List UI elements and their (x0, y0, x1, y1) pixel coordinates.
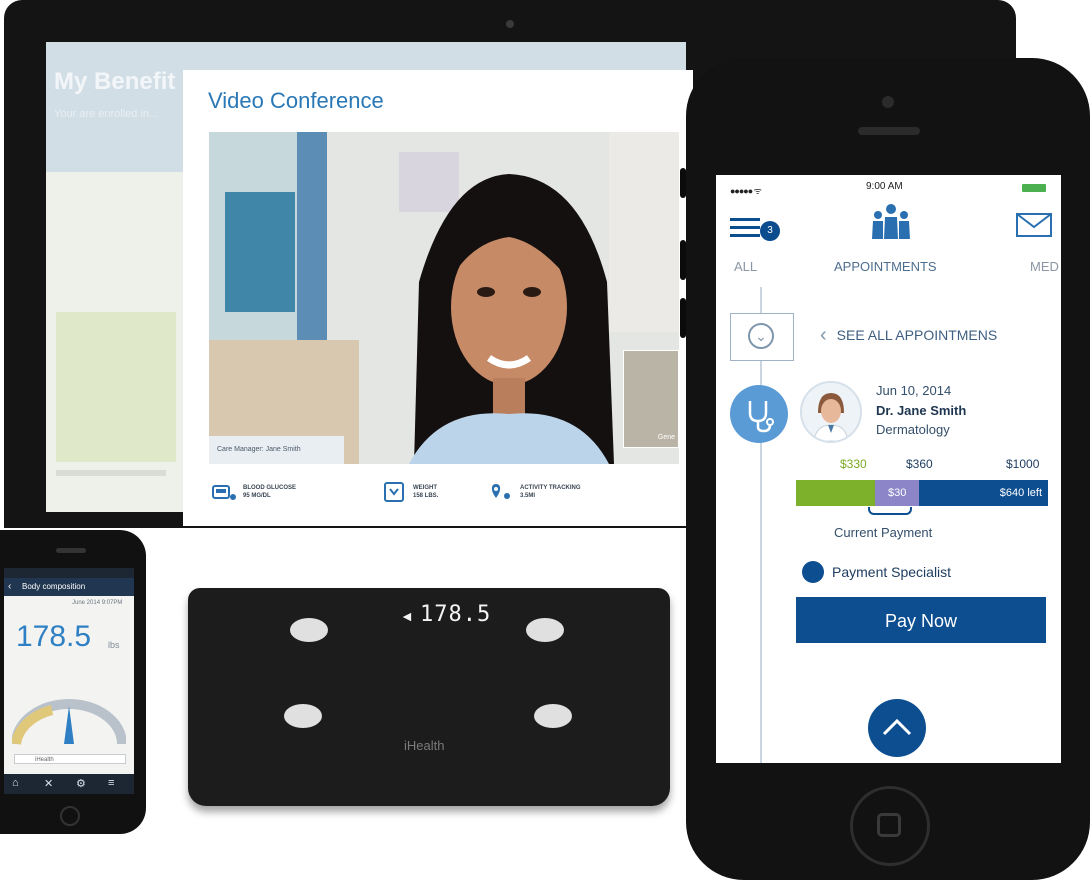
payment-specialist-label: Payment Specialist (832, 564, 952, 580)
amount-paid-label: $330 (840, 457, 867, 471)
signal-indicator: ●●●●● ᯤ (730, 186, 762, 196)
people-group-icon[interactable] (868, 203, 914, 241)
paid-portion (796, 480, 880, 506)
status-time: 9:00 AM (866, 181, 903, 192)
volume-up-button (680, 240, 686, 280)
notification-badge: 3 (760, 221, 780, 241)
stat-value: 95 MG/DL (243, 493, 271, 499)
front-camera (882, 96, 894, 108)
background-footer-line (56, 470, 166, 476)
electrode-pad (290, 618, 328, 642)
payment-progress-bar: $30 $640 left (796, 480, 1048, 506)
stethoscope-icon (730, 385, 788, 443)
current-payment-brace (868, 507, 912, 515)
mail-icon[interactable] (1016, 213, 1052, 237)
small-weight-unit: lbs (108, 640, 120, 650)
video-conference-title: Video Conference (208, 88, 384, 113)
stat-value: 3.5MI (520, 493, 536, 499)
phone-icon (802, 561, 824, 583)
doctor-specialty: Dermatology (876, 422, 950, 437)
stat-blood-glucose: BLOOD GLUCOSE 95 MG/DL (211, 482, 323, 502)
stat-label: BLOOD GLUCOSE (243, 485, 297, 491)
payment-specialist-link[interactable]: Payment Specialist (802, 561, 951, 583)
video-feed-image (209, 132, 679, 464)
small-weight-value: 178.5 (16, 620, 92, 653)
list-icon[interactable]: ≡ (108, 777, 114, 789)
scale-arrow-icon: ◄ (400, 608, 414, 624)
scale-display: 178.5 (420, 602, 492, 627)
background-side-panel (56, 312, 176, 462)
stat-weight: WEIGHT 158 LBS. (381, 482, 493, 502)
doctor-photo (802, 383, 860, 441)
electrode-pad (534, 704, 572, 728)
volume-down-button (680, 298, 686, 338)
tab-appointments[interactable]: APPOINTMENTS (834, 259, 937, 274)
battery-icon (1022, 184, 1046, 192)
small-status-bar (4, 568, 134, 578)
self-view-label: Gene (657, 434, 675, 441)
video-caption: Care Manager: Jane Smith (209, 436, 344, 464)
chevron-up-icon (882, 718, 912, 736)
smart-scale: ◄ 178.5 iHealth (188, 588, 670, 806)
video-feed[interactable]: Gene Care Manager: Jane Smith (209, 132, 679, 464)
small-tab-bar: ⌂ ✕ ⚙ ≡ (4, 774, 134, 794)
current-payment-caption: Current Payment (834, 525, 933, 540)
location-pin-icon (491, 484, 510, 499)
stat-label: WEIGHT (413, 485, 437, 491)
chevron-left-icon: ‹ (820, 324, 827, 346)
doctor-avatar (800, 381, 862, 443)
gear-icon[interactable]: ⚙ (76, 777, 86, 790)
home-icon[interactable]: ⌂ (12, 777, 19, 789)
electrode-pad (284, 704, 322, 728)
current-payment-portion: $30 (875, 480, 920, 506)
close-icon[interactable]: ✕ (44, 777, 53, 790)
scale-brand: iHealth (404, 738, 445, 753)
monitor-camera (506, 20, 514, 28)
small-back-icon[interactable]: ‹ (8, 581, 11, 592)
small-phone-speaker (56, 548, 86, 553)
glucose-meter-icon (212, 485, 236, 500)
small-phone-screen: Body composition ‹ June 2014 9:07PM 178.… (4, 568, 134, 794)
mute-switch (680, 168, 686, 198)
small-home-button[interactable] (60, 806, 80, 826)
stat-label: ACTIVITY TRACKING (520, 485, 581, 491)
tab-all[interactable]: ALL (734, 259, 757, 274)
appointment-date: Jun 10, 2014 (876, 383, 952, 398)
see-all-label: SEE ALL APPOINTMENS (836, 327, 998, 343)
home-button-square (877, 813, 901, 837)
amount-total-label: $1000 (1006, 457, 1040, 471)
large-phone-screen: ●●●●● ᯤ 9:00 AM 3 ALL APPOINTMENTS MED ⌄… (716, 175, 1061, 763)
doctor-name: Dr. Jane Smith (876, 403, 967, 418)
small-header: Body composition (4, 578, 134, 596)
scroll-up-button[interactable] (868, 699, 926, 757)
stat-value: 158 LBS. (413, 493, 439, 499)
stat-activity: ACTIVITY TRACKING 3.5MI (488, 482, 600, 502)
video-conference-panel: Video Conference Gene Care Manager: Jane… (183, 70, 693, 526)
background-page-subtitle: Your are enrolled in... (54, 108, 159, 120)
small-date: June 2014 9:07PM (72, 600, 123, 606)
stethoscope-glyph (748, 401, 774, 433)
see-all-appointments-link[interactable]: ‹ SEE ALL APPOINTMENS (820, 324, 998, 346)
remaining-balance-label: $640 left (999, 487, 1042, 499)
tab-med[interactable]: MED (1030, 259, 1059, 274)
pay-now-button[interactable]: Pay Now (796, 597, 1046, 643)
scale-icon (384, 482, 404, 502)
background-page-title: My Benefit (54, 68, 176, 95)
weight-gauge (12, 699, 126, 745)
electrode-pad (526, 618, 564, 642)
small-search-bar[interactable]: iHealth (14, 754, 126, 764)
chevron-down-icon[interactable]: ⌄ (748, 323, 774, 349)
earpiece-speaker (858, 127, 920, 135)
amount-mid-label: $360 (906, 457, 933, 471)
